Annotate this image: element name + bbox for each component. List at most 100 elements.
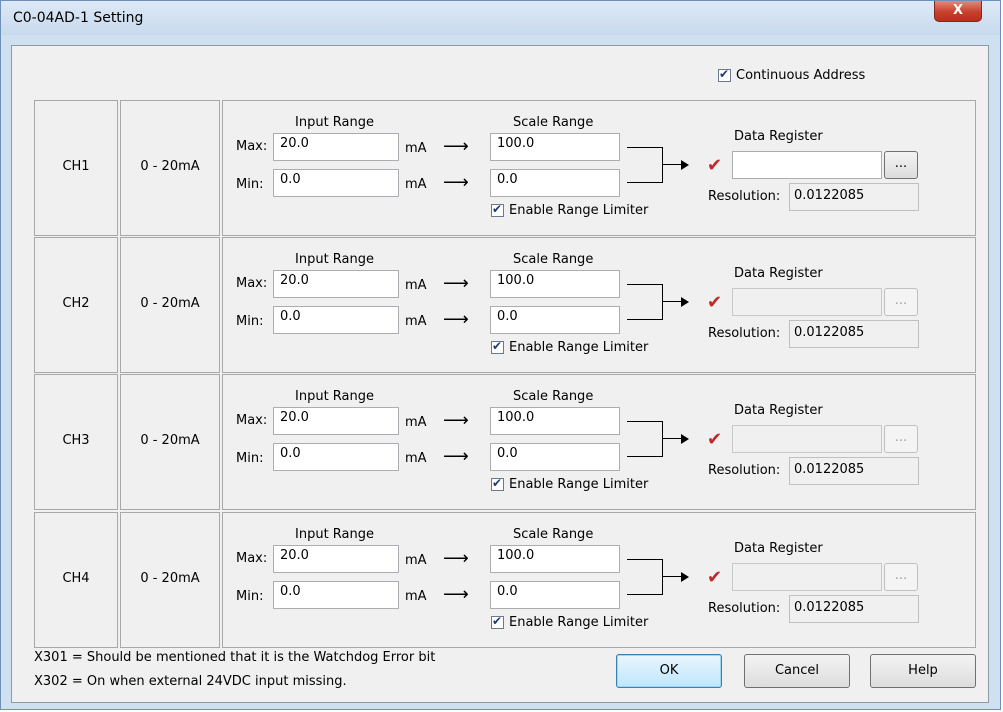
checkbox-icon[interactable] xyxy=(491,614,504,629)
browse-button[interactable]: ... xyxy=(884,425,918,453)
browse-button[interactable]: ... xyxy=(884,288,918,316)
input-range-heading: Input Range xyxy=(295,527,374,542)
channel-settings: Input Range Scale Range Max: 20.0 mA ⟶ 1… xyxy=(222,374,976,510)
input-max-field[interactable]: 20.0 xyxy=(273,133,399,161)
resolution-value: 0.0122085 xyxy=(789,595,919,623)
channel-row-1: CH1 0 - 20mA Input Range Scale Range Max… xyxy=(34,100,976,236)
input-min-field[interactable]: 0.0 xyxy=(273,306,399,334)
unit-label: mA xyxy=(405,278,427,293)
bracket-connector xyxy=(627,559,663,595)
right-arrow-icon: ⟶ xyxy=(443,410,469,431)
enable-range-limiter-label: Enable Range Limiter xyxy=(509,477,649,492)
min-label: Min: xyxy=(236,314,264,329)
channel-name: CH4 xyxy=(62,571,90,586)
dialog-window: C0-04AD-1 Setting X Continuous Address C… xyxy=(0,0,1001,710)
resolution-value: 0.0122085 xyxy=(789,457,919,485)
arrowhead-icon xyxy=(681,297,689,307)
right-arrow-icon: ⟶ xyxy=(443,548,469,569)
close-button[interactable]: X xyxy=(934,1,982,22)
browse-button[interactable]: ... xyxy=(884,563,918,591)
resolution-label: Resolution: xyxy=(708,189,781,204)
help-button[interactable]: Help xyxy=(870,654,976,688)
connector-line xyxy=(663,438,683,439)
input-max-field[interactable]: 20.0 xyxy=(273,545,399,573)
arrowhead-icon xyxy=(681,434,689,444)
resolution-label: Resolution: xyxy=(708,601,781,616)
scale-range-heading: Scale Range xyxy=(513,389,594,404)
channel-range-cell: 0 - 20mA xyxy=(120,100,220,236)
unit-label: mA xyxy=(405,177,427,192)
input-range-heading: Input Range xyxy=(295,252,374,267)
input-max-field[interactable]: 20.0 xyxy=(273,270,399,298)
right-arrow-icon: ⟶ xyxy=(443,309,469,330)
channel-settings: Input Range Scale Range Max: 20.0 mA ⟶ 1… xyxy=(222,100,976,236)
max-label: Max: xyxy=(236,551,268,566)
input-min-field[interactable]: 0.0 xyxy=(273,443,399,471)
input-min-field[interactable]: 0.0 xyxy=(273,169,399,197)
enable-range-limiter-checkbox[interactable]: Enable Range Limiter xyxy=(491,614,648,630)
checkmark-icon: ✔ xyxy=(707,292,723,313)
cancel-button[interactable]: Cancel xyxy=(744,654,850,688)
max-label: Max: xyxy=(236,139,268,154)
max-label: Max: xyxy=(236,413,268,428)
arrowhead-icon xyxy=(681,572,689,582)
dialog-client: Continuous Address CH1 0 - 20mA Input Ra… xyxy=(11,45,989,703)
title-bar[interactable]: C0-04AD-1 Setting X xyxy=(1,1,1000,35)
scale-min-field[interactable]: 0.0 xyxy=(490,581,620,609)
checkbox-icon[interactable] xyxy=(491,202,504,217)
unit-label: mA xyxy=(405,141,427,156)
enable-range-limiter-label: Enable Range Limiter xyxy=(509,203,649,218)
scale-max-field[interactable]: 100.0 xyxy=(490,407,620,435)
arrowhead-icon xyxy=(681,160,689,170)
min-label: Min: xyxy=(236,589,264,604)
connector-line xyxy=(663,576,683,577)
unit-label: mA xyxy=(405,451,427,466)
channel-range-cell: 0 - 20mA xyxy=(120,237,220,373)
scale-min-field[interactable]: 0.0 xyxy=(490,443,620,471)
input-max-field[interactable]: 20.0 xyxy=(273,407,399,435)
checkmark-icon: ✔ xyxy=(707,429,723,450)
data-register-field[interactable] xyxy=(732,563,882,591)
scale-min-field[interactable]: 0.0 xyxy=(490,169,620,197)
input-min-field[interactable]: 0.0 xyxy=(273,581,399,609)
scale-max-field[interactable]: 100.0 xyxy=(490,545,620,573)
right-arrow-icon: ⟶ xyxy=(443,172,469,193)
scale-max-field[interactable]: 100.0 xyxy=(490,270,620,298)
channel-name: CH2 xyxy=(62,296,90,311)
scale-min-field[interactable]: 0.0 xyxy=(490,306,620,334)
ok-button[interactable]: OK xyxy=(616,654,722,688)
continuous-address-checkbox[interactable]: Continuous Address xyxy=(718,67,866,83)
channel-signal-range: 0 - 20mA xyxy=(140,159,200,174)
channel-row-2: CH2 0 - 20mA Input Range Scale Range Max… xyxy=(34,237,976,373)
enable-range-limiter-checkbox[interactable]: Enable Range Limiter xyxy=(491,476,649,492)
enable-range-limiter-checkbox[interactable]: Enable Range Limiter xyxy=(491,339,648,355)
continuous-address-label: Continuous Address xyxy=(736,68,866,83)
right-arrow-icon: ⟶ xyxy=(443,446,469,467)
checkbox-icon[interactable] xyxy=(491,476,504,491)
data-register-field[interactable] xyxy=(732,288,882,316)
enable-range-limiter-checkbox[interactable]: Enable Range Limiter xyxy=(491,202,649,218)
checkmark-icon: ✔ xyxy=(707,155,723,176)
scale-max-field[interactable]: 100.0 xyxy=(490,133,620,161)
resolution-label: Resolution: xyxy=(708,463,781,478)
data-register-field[interactable] xyxy=(732,151,882,179)
bracket-connector xyxy=(627,284,663,320)
checkbox-icon[interactable] xyxy=(718,67,731,82)
channel-range-cell: 0 - 20mA xyxy=(120,374,220,510)
resolution-label: Resolution: xyxy=(708,326,781,341)
unit-label: mA xyxy=(405,314,427,329)
browse-button[interactable]: ... xyxy=(884,151,918,179)
channel-row-3: CH3 0 - 20mA Input Range Scale Range Max… xyxy=(34,374,976,510)
data-register-heading: Data Register xyxy=(734,129,823,144)
channel-settings: Input Range Scale Range Max: 20.0 mA ⟶ 1… xyxy=(222,237,976,373)
input-range-heading: Input Range xyxy=(295,115,374,130)
min-label: Min: xyxy=(236,177,264,192)
channel-name-cell: CH1 xyxy=(34,100,118,236)
right-arrow-icon: ⟶ xyxy=(443,584,469,605)
min-label: Min: xyxy=(236,451,264,466)
data-register-field[interactable] xyxy=(732,425,882,453)
checkbox-icon[interactable] xyxy=(491,339,504,354)
max-label: Max: xyxy=(236,276,268,291)
connector-line xyxy=(663,164,683,165)
channel-signal-range: 0 - 20mA xyxy=(140,571,200,586)
